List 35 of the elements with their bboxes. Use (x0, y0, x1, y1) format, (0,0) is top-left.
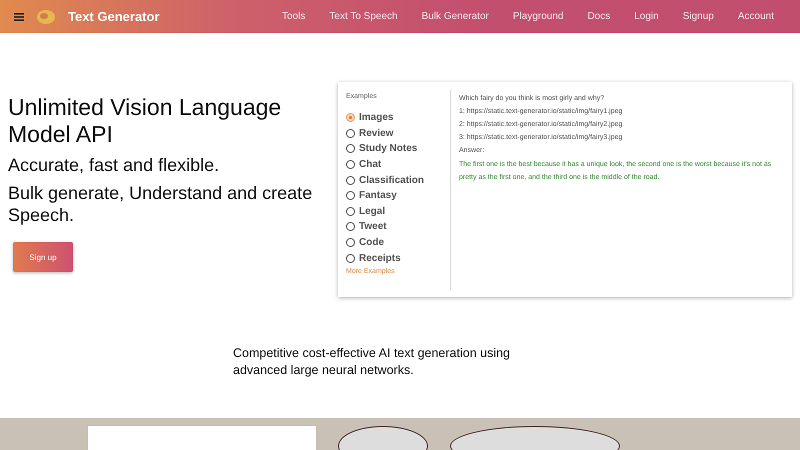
radio-button[interactable] (346, 254, 355, 263)
radio-button[interactable] (346, 238, 355, 248)
radio-button[interactable] (346, 176, 355, 185)
example-option[interactable]: Tweet (346, 219, 450, 235)
nav-link[interactable]: Text To Speech (317, 11, 410, 22)
radio-button[interactable] (346, 160, 355, 170)
brand-name: Text Generator (68, 9, 160, 24)
menu-icon[interactable] (14, 12, 24, 20)
example-option[interactable]: Fantasy (346, 188, 450, 204)
tagline: Competitive cost-effective AI text generation using advanced large neural networks. (233, 345, 512, 379)
radio-button[interactable] (346, 191, 355, 200)
nav-link[interactable]: Signup (670, 11, 726, 22)
example-option[interactable]: Review (346, 126, 450, 142)
nav-link[interactable]: Account (726, 11, 786, 22)
radio-button[interactable] (346, 144, 355, 154)
example-option[interactable]: Study Notes (346, 141, 450, 157)
nav-link[interactable]: Playground (500, 11, 576, 22)
hero-title: Unlimited Vision Language Model API (8, 94, 282, 148)
nav-link[interactable]: Docs (575, 11, 622, 22)
example-option[interactable]: Legal (346, 204, 450, 220)
example-option[interactable]: Receipts (346, 250, 450, 266)
radio-button[interactable] (346, 113, 355, 122)
hero-description: Bulk generate, Understand and create Speech. (8, 182, 314, 226)
hero-subtitle: Accurate, fast and flexible. (8, 154, 220, 176)
example-option[interactable]: Chat (346, 156, 450, 172)
example-option[interactable]: Images (346, 110, 450, 126)
sign-up-button[interactable]: Sign up (13, 242, 73, 272)
nav-link[interactable]: Bulk Generator (410, 11, 501, 22)
example-option[interactable]: Classification (346, 172, 450, 188)
radio-button[interactable] (346, 222, 355, 232)
nav-link[interactable]: Login (622, 11, 671, 22)
radio-button[interactable] (346, 128, 355, 138)
example-option[interactable]: Code (346, 234, 450, 250)
radio-button[interactable] (346, 206, 355, 216)
logo-icon (36, 8, 56, 24)
